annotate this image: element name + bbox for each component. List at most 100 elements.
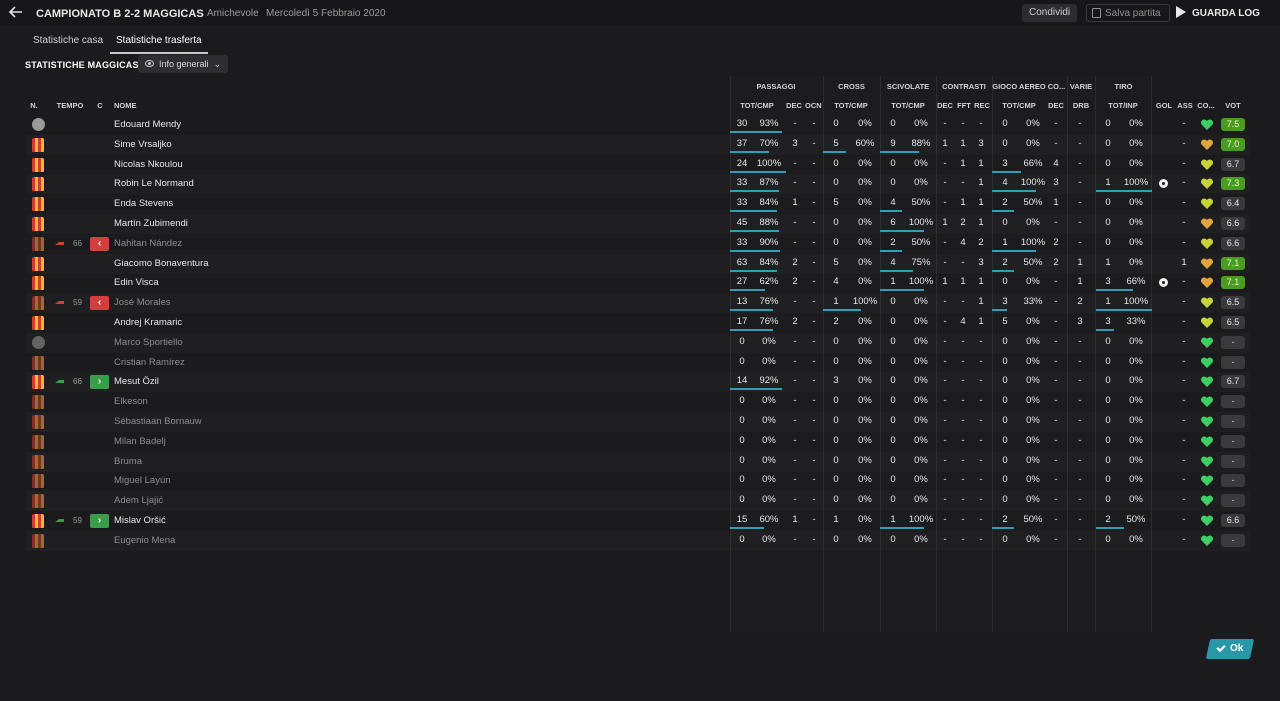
save-match-button[interactable]: Salva partita: [1086, 4, 1170, 22]
cont-dec: -: [943, 197, 947, 209]
cont-fft: 4: [960, 236, 966, 248]
player-name[interactable]: Robin Le Normand: [114, 174, 194, 194]
player-name[interactable]: Mesut Özil: [114, 372, 159, 392]
col-sciv-totcmp[interactable]: TOT/CMP: [889, 101, 927, 110]
table-row[interactable]: 66 › Mesut Özil 14 92% - - 3 0% 0 0% - - - 0 0% - - 0 0% - 6.…: [26, 372, 1250, 392]
table-row[interactable]: Miguel Layún 0 0% - - 0 0% 0 0% - - - 0 0% - - 0 0% - -: [26, 471, 1250, 491]
player-name[interactable]: José Morales: [114, 293, 171, 313]
share-button[interactable]: Condividi: [1022, 4, 1078, 22]
col-drb[interactable]: DRB: [1072, 101, 1090, 110]
pass-dec: -: [793, 296, 797, 308]
table-row[interactable]: Eugenio Mena 0 0% - - 0 0% 0 0% - - - 0 0% - - 0 0% - -: [26, 531, 1250, 551]
player-name[interactable]: Milan Badelj: [114, 432, 166, 452]
aerial-total: 2: [1002, 514, 1008, 525]
tab-home-stats[interactable]: Statistiche casa: [27, 34, 109, 54]
back-arrow-icon[interactable]: [8, 4, 26, 22]
condition-heart-icon: [1200, 297, 1214, 309]
col-tiro-totinp[interactable]: TOT/INP: [1104, 101, 1142, 110]
table-row[interactable]: Nicolas Nkoulou 24 100% - -0 0% 0 0% -1 1 3 66% 4-0 0…: [26, 155, 1250, 175]
shots-bar: [1096, 547, 1152, 549]
dribbles: 1: [1077, 276, 1083, 288]
player-name[interactable]: Sébastiaan Bornauw: [114, 412, 202, 432]
player-name[interactable]: Mislav Oršić: [114, 511, 166, 531]
continue-label[interactable]: GUARDA LOG: [1192, 8, 1260, 19]
dribbles: 1: [1077, 256, 1083, 268]
table-row[interactable]: Cristian Ramírez 0 0% - - 0 0% 0 0% - - - 0 0% - - 0 0% - -: [26, 353, 1250, 373]
col-pass-totcmp[interactable]: TOT/CMP: [738, 101, 776, 110]
table-row[interactable]: Bruma 0 0% - - 0 0% 0 0% - - - 0 0% - - 0 0% - -: [26, 452, 1250, 472]
cross-bar: [823, 428, 861, 430]
col-co[interactable]: CO...: [1195, 101, 1217, 110]
passes-total: 0: [739, 454, 745, 466]
player-name[interactable]: Cristian Ramírez: [114, 353, 185, 373]
assists: -: [1182, 197, 1186, 209]
table-row[interactable]: Robin Le Normand 33 87% - - 0 0% 0 0% - - 1 4 100% 3 - 1…: [26, 174, 1250, 194]
table-row[interactable]: 59 ‹ José Morales 13 76% - -1 100% 0 0% - -1 3 33% -2 1…: [26, 293, 1250, 313]
dribbles: -: [1078, 375, 1082, 387]
passes-pct: 70%: [759, 137, 779, 149]
player-name[interactable]: Andrej Kramaric: [114, 313, 182, 333]
shots-total: 0: [1105, 375, 1111, 387]
passes-pct: 92%: [759, 375, 779, 387]
col-cont-dec[interactable]: DEC: [937, 101, 953, 110]
col-cross-totcmp[interactable]: TOT/CMP: [832, 101, 870, 110]
table-row[interactable]: Milan Badelj 0 0% - - 0 0% 0 0% - - - 0 0% - - 0 0% - -: [26, 432, 1250, 452]
table-row[interactable]: Sébastiaan Bornauw 0 0% - - 0 0% 0 0% - - - 0 0% - - 0 0%…: [26, 412, 1250, 432]
tackles-pct: 0%: [914, 296, 928, 308]
player-name[interactable]: Adem Ljajić: [114, 491, 163, 511]
col-tempo[interactable]: TEMPO: [56, 101, 84, 110]
table-row[interactable]: Sime Vrsaljko 37 70% 3-5 60% 9 88% 1 1 3 0 0% - -0 0% -…: [26, 135, 1250, 155]
col-vot[interactable]: VOT: [1222, 101, 1244, 110]
view-selector-dropdown[interactable]: Info generali ⌄: [138, 55, 228, 73]
player-name[interactable]: Bruma: [114, 452, 142, 472]
table-row[interactable]: Edin Visca 27 62% 2-4 0% 1 100% 1 1 1 0 0% -1 3 66% -7.…: [26, 273, 1250, 293]
table-row[interactable]: Marco Sportiello 0 0% - - 0 0% 0 0% - - - 0 0% - - 0 0% - -: [26, 333, 1250, 353]
ok-label[interactable]: Ok: [1230, 643, 1243, 654]
dribbles: -: [1078, 474, 1082, 486]
table-row[interactable]: Martín Zubimendi 45 88% - -0 0% 6 100% 1 2 1 0 0% - -0…: [26, 214, 1250, 234]
player-name[interactable]: Edin Visca: [114, 273, 159, 293]
pass-ocn: -: [812, 434, 816, 446]
table-row[interactable]: 59 › Mislav Oršić 15 60% 1-1 0% 1 100% - - -2 50% - -2…: [26, 511, 1250, 531]
player-name[interactable]: Miguel Layún: [114, 471, 171, 491]
player-name[interactable]: Martín Zubimendi: [114, 214, 188, 234]
shots-pct: 0%: [1129, 533, 1143, 545]
col-cont-fft[interactable]: FFT: [956, 101, 972, 110]
player-name[interactable]: Edouard Mendy: [114, 115, 181, 135]
play-icon[interactable]: [1176, 6, 1186, 18]
player-name[interactable]: Nicolas Nkoulou: [114, 155, 183, 175]
col-pass-ocn[interactable]: OCN: [805, 101, 822, 110]
player-name[interactable]: Marco Sportiello: [114, 333, 183, 353]
col-aer-totcmp[interactable]: TOT/CMP: [1000, 101, 1038, 110]
player-name[interactable]: Eugenio Mena: [114, 531, 175, 551]
col-ass[interactable]: ASS: [1176, 101, 1194, 110]
assists: -: [1182, 137, 1186, 149]
col-gol[interactable]: GOL: [1155, 101, 1173, 110]
table-row[interactable]: Giacomo Bonaventura 63 84% 2-5 0% 4 75% - -3 2 50%…: [26, 254, 1250, 274]
cont-rec: 1: [978, 177, 984, 189]
tab-away-stats[interactable]: Statistiche trasferta: [110, 34, 208, 54]
player-name[interactable]: Elkeson: [114, 392, 148, 412]
shirt-icon: [32, 157, 44, 172]
player-name[interactable]: Nahitan Nández: [114, 234, 182, 254]
col-co-dec[interactable]: DEC: [1048, 101, 1064, 110]
tackles-bar: [880, 171, 924, 173]
goalkeeper-shirt-icon: [32, 335, 45, 349]
table-row[interactable]: Edouard Mendy 30 93% - - 0 0% 0 0% - - - 0 0% - - 0 0% - 7.…: [26, 115, 1250, 135]
aerial-bar: [992, 507, 1036, 509]
player-name[interactable]: Giacomo Bonaventura: [114, 254, 209, 274]
col-cont-rec[interactable]: REC: [974, 101, 990, 110]
table-row[interactable]: Adem Ljajić 0 0% - - 0 0% 0 0% - - - 0 0% - - 0 0% - -: [26, 491, 1250, 511]
table-row[interactable]: Elkeson 0 0% - - 0 0% 0 0% - - - 0 0% - - 0 0% - -: [26, 392, 1250, 412]
table-row[interactable]: 66 ‹ Nahitan Nández 33 90% - -0 0% 2 50% -4 2 1 100% 2…: [26, 234, 1250, 254]
aerial-total: 3: [1002, 157, 1008, 169]
col-c[interactable]: C: [95, 101, 105, 110]
player-name[interactable]: Enda Stevens: [114, 194, 173, 214]
col-number[interactable]: N.: [27, 101, 41, 110]
aerial-pct: 0%: [1026, 355, 1040, 367]
player-name[interactable]: Sime Vrsaljko: [114, 135, 172, 155]
table-row[interactable]: Andrej Kramaric 17 76% 2 - 2 0% 0 0% - 4 1 5 0% - 3 3 33%…: [26, 313, 1250, 333]
col-nome[interactable]: NOME: [114, 101, 138, 110]
col-pass-dec[interactable]: DEC: [786, 101, 802, 110]
table-row[interactable]: Enda Stevens 33 84% 1-5 0% 4 50% -1 1 2 50% 1-0 0% -6…: [26, 194, 1250, 214]
